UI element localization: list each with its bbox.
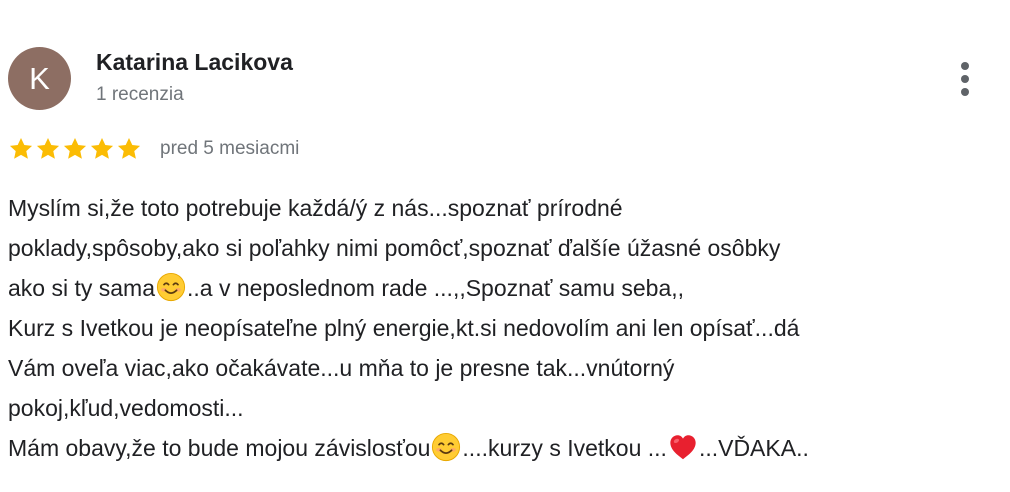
review-text-segment: ....kurzy s Ivetkou ... <box>462 435 667 461</box>
review-text-segment: Mám obavy,že to bude mojou závislosťou <box>8 435 431 461</box>
review-text-line: Kurz s Ivetkou je neopísateľne plný ener… <box>8 308 998 348</box>
star-icon <box>117 137 141 159</box>
review-text-line: Myslím si,že toto potrebuje každá/ý z ná… <box>8 188 998 228</box>
review-text-segment: ako si ty sama <box>8 275 155 301</box>
avatar[interactable]: K <box>8 47 71 110</box>
review-text-segment: pokoj,kľud,vedomosti... <box>8 395 244 421</box>
review-text-line: ako si ty sama ..a v neposlednom rade ...… <box>8 268 998 308</box>
star-icon <box>90 137 114 159</box>
star-rating <box>8 136 142 162</box>
star-icon <box>9 137 33 159</box>
review-text-segment: Kurz s Ivetkou je neopísateľne plný ener… <box>8 315 800 341</box>
review-text-segment: Vám oveľa viac,ako očakávate...u mňa to … <box>8 355 675 381</box>
review-text-line: poklady,spôsoby,ako si poľahky nimi pomô… <box>8 228 998 268</box>
review-text-line: pokoj,kľud,vedomosti... <box>8 388 998 428</box>
review-text-line: Mám obavy,že to bude mojou závislosťou..… <box>8 428 998 468</box>
review-count: 1 recenzia <box>96 84 184 105</box>
review-text-segment: ..a v neposlednom rade ...,,Spoznať samu… <box>187 275 685 301</box>
review-text-segment: poklady,spôsoby,ako si poľahky nimi pomô… <box>8 235 781 261</box>
review-text: Myslím si,že toto potrebuje každá/ý z ná… <box>8 188 998 468</box>
smiling-face-icon <box>432 432 461 462</box>
review-text-segment: Myslím si,že toto potrebuje každá/ý z ná… <box>8 195 623 221</box>
review-date: pred 5 mesiacmi <box>160 138 300 159</box>
red-heart-icon <box>670 435 696 460</box>
star-icon <box>36 137 60 159</box>
more-options-button[interactable] <box>948 58 982 100</box>
author-name[interactable]: Katarina Lacikova <box>96 49 293 76</box>
review-text-segment: ...VĎAKA.. <box>698 435 809 461</box>
star-icon <box>63 137 87 159</box>
smiling-face-icon <box>156 272 186 302</box>
review-text-line: Vám oveľa viac,ako očakávate...u mňa to … <box>8 348 998 388</box>
